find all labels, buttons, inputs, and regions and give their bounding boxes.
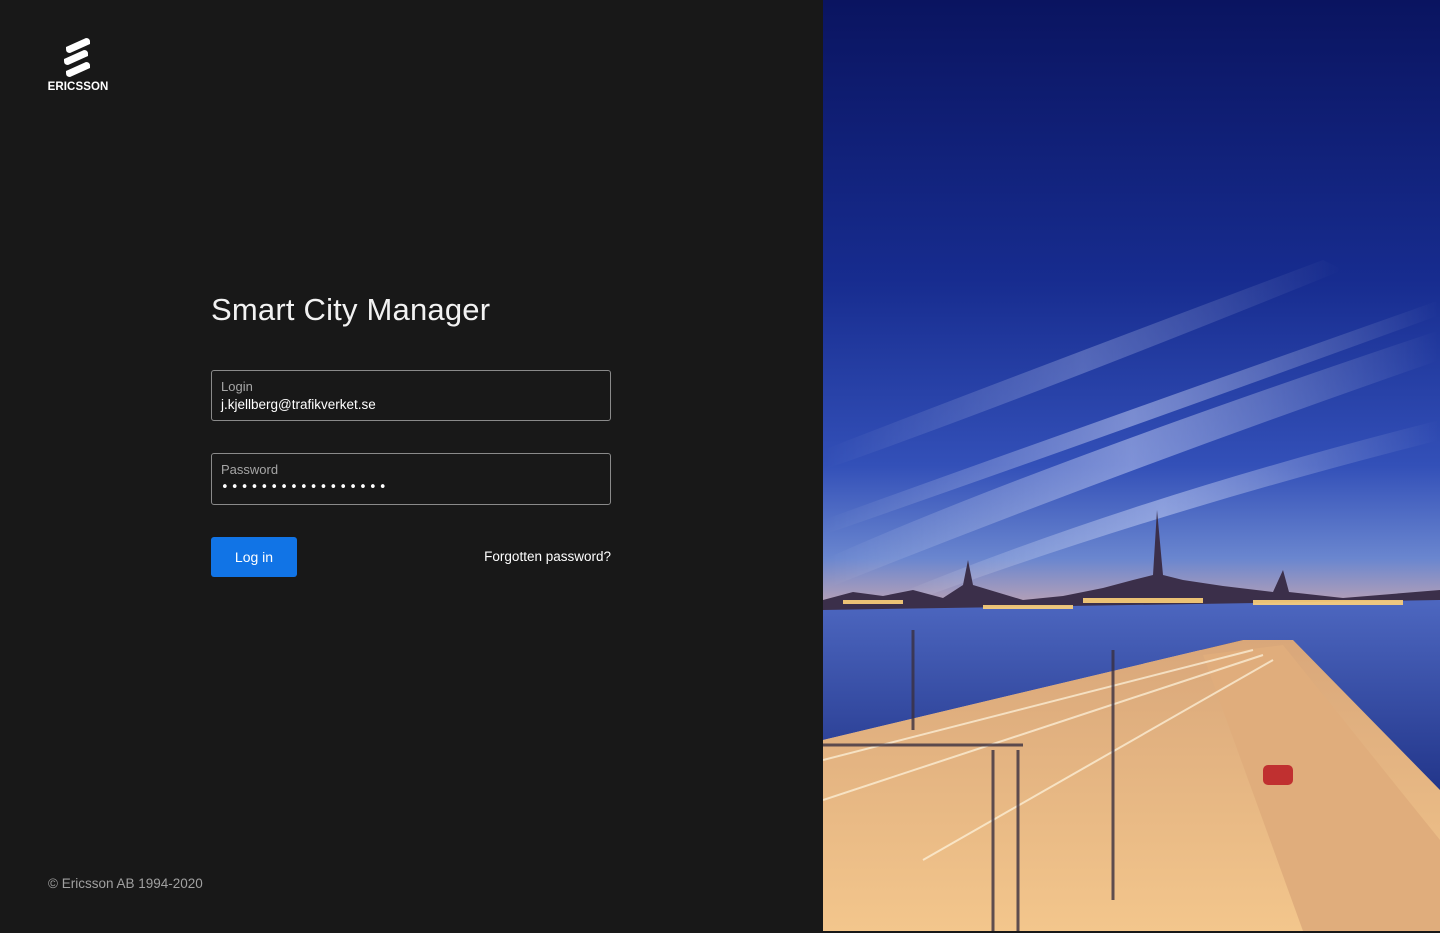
page-title: Smart City Manager <box>211 292 491 327</box>
copyright-text: © Ericsson AB 1994-2020 <box>48 876 203 891</box>
password-field[interactable]: Password ••••••••••••••••• <box>211 453 611 505</box>
login-panel: ERICSSON Smart City Manager Login j.kjel… <box>0 0 823 933</box>
password-field-label: Password <box>221 462 279 477</box>
login-button[interactable]: Log in <box>211 537 297 577</box>
city-night-photo-icon <box>823 0 1440 931</box>
ericsson-mark-icon <box>64 38 90 77</box>
logo-wordmark: ERICSSON <box>47 81 109 93</box>
login-field-label: Login <box>221 379 253 394</box>
forgot-password-link[interactable]: Forgotten password? <box>484 549 611 564</box>
login-field-value[interactable]: j.kjellberg@trafikverket.se <box>221 397 376 412</box>
login-field[interactable]: Login j.kjellberg@trafikverket.se <box>211 370 611 421</box>
hero-image <box>823 0 1440 931</box>
ericsson-logo: ERICSSON <box>46 38 110 96</box>
password-field-value[interactable]: ••••••••••••••••• <box>221 480 389 495</box>
